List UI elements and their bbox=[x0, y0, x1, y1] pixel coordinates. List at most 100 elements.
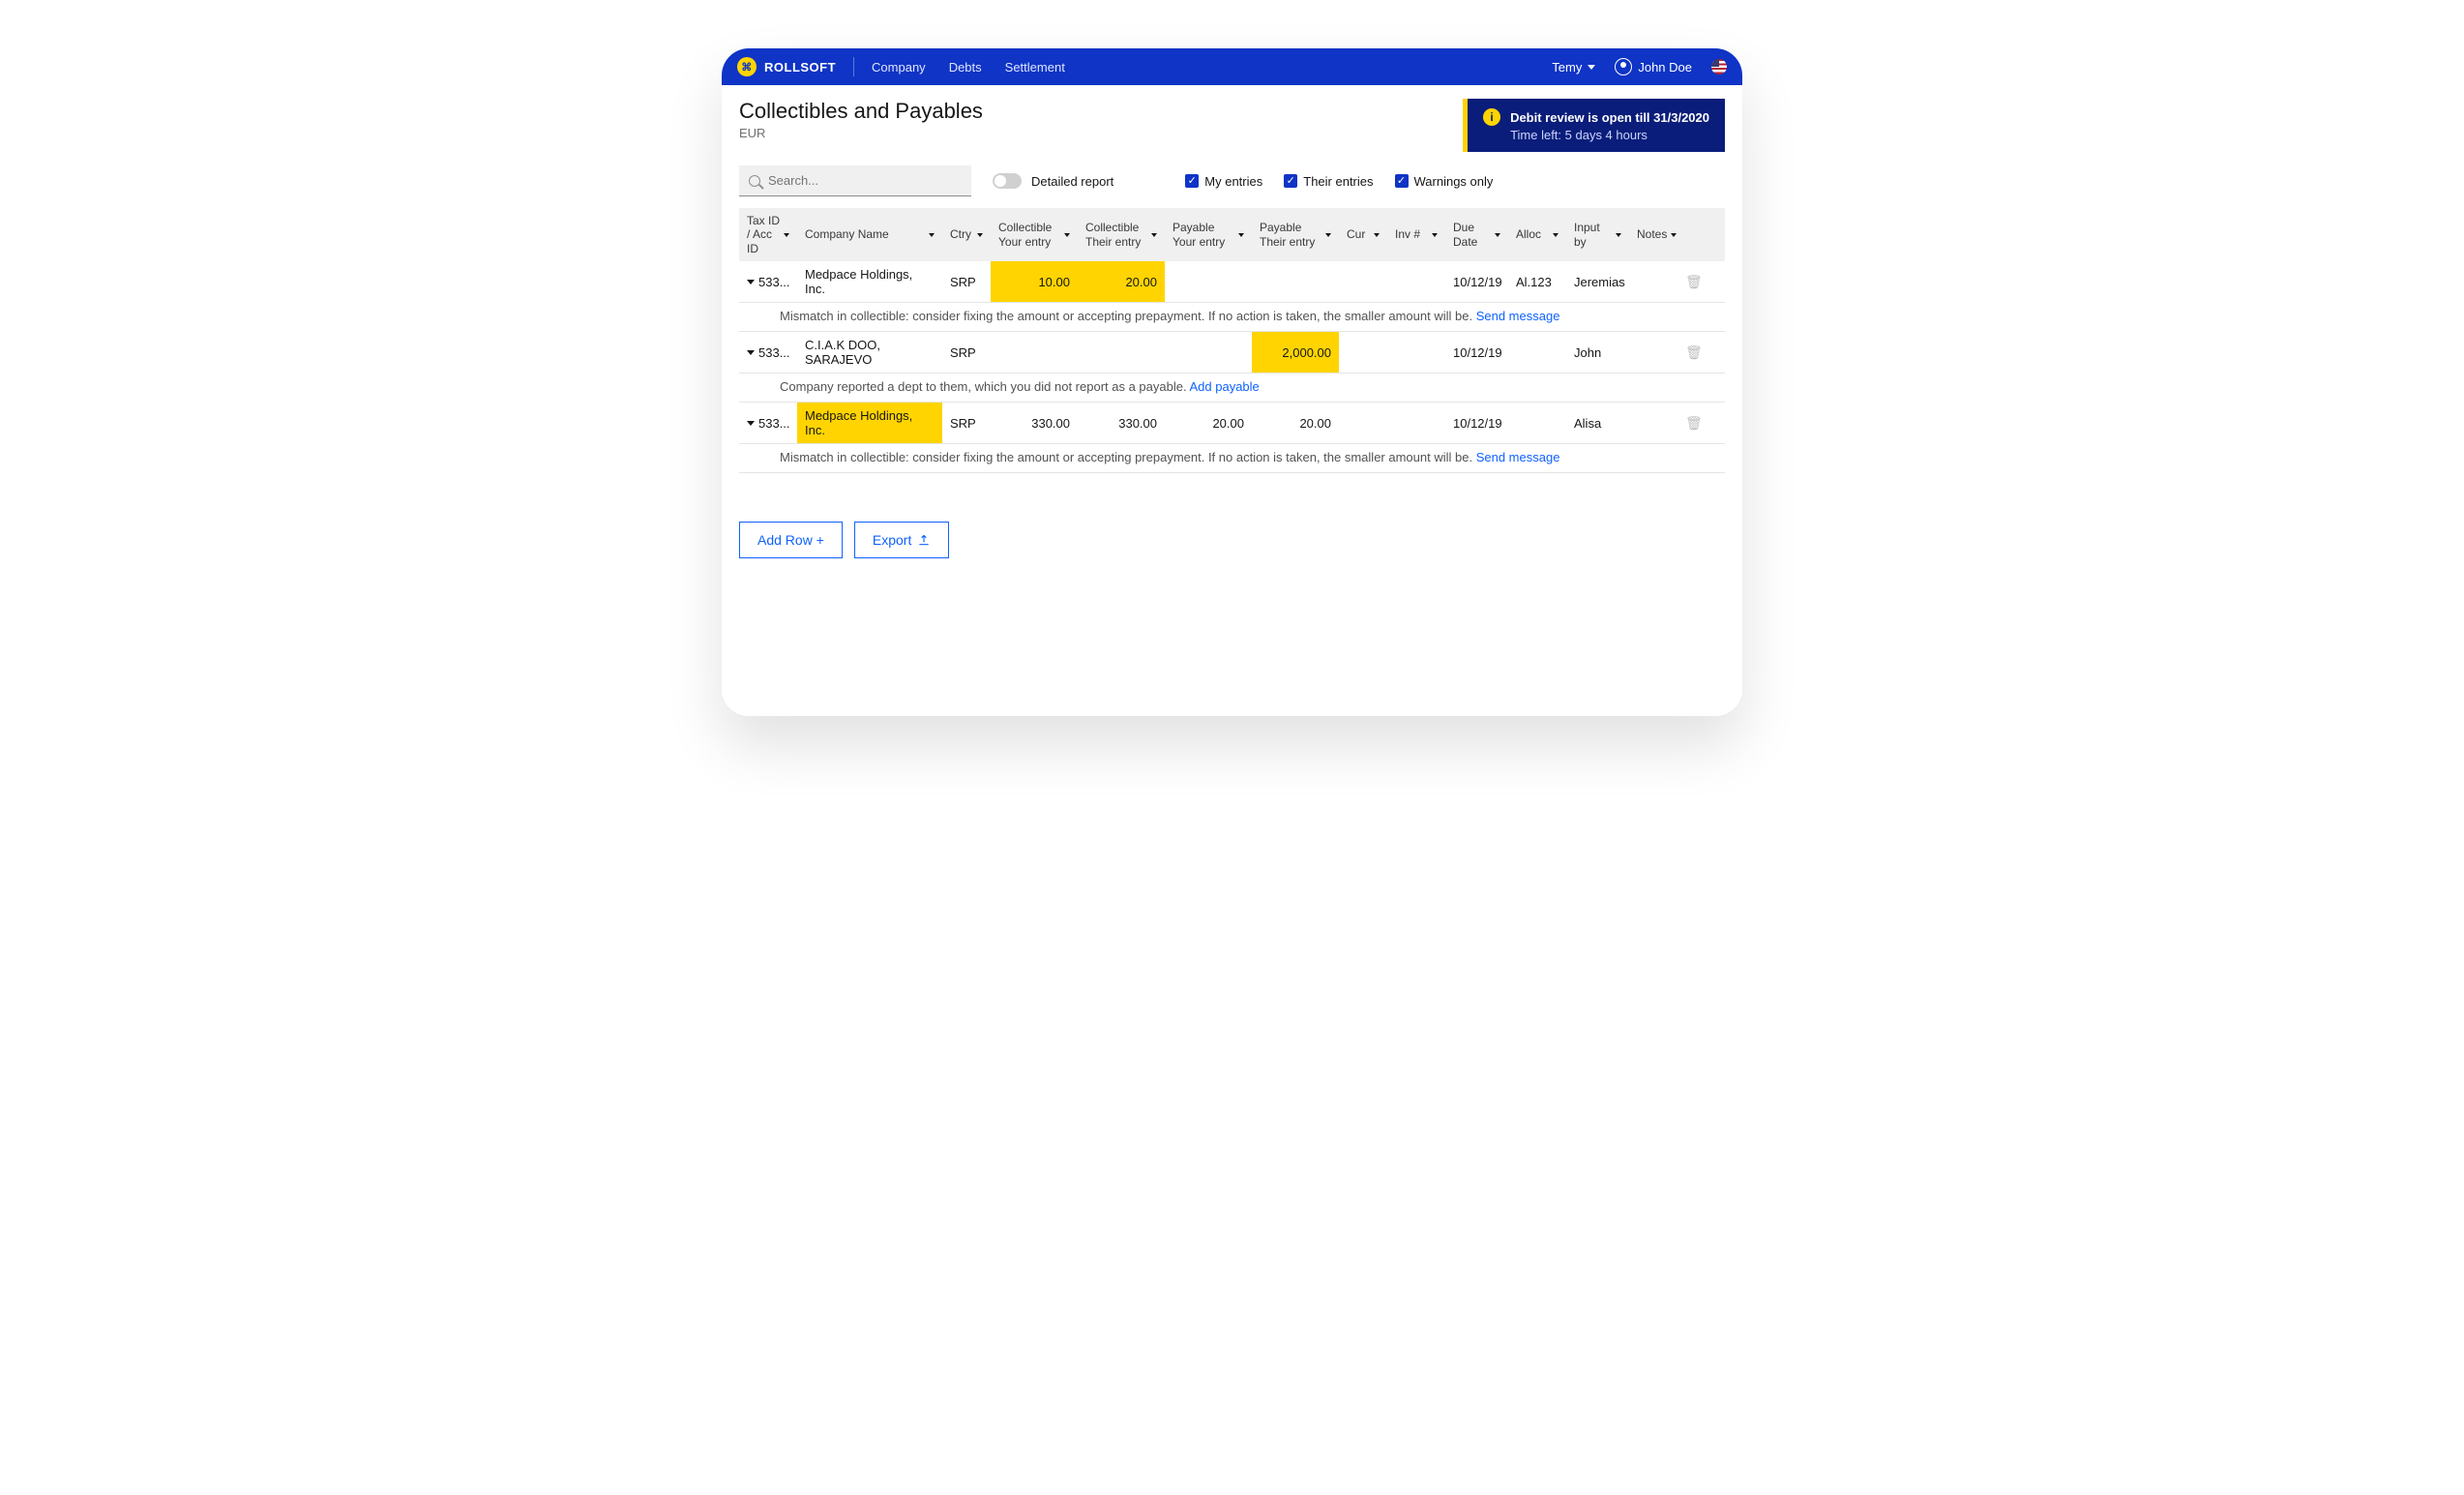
checkbox-icon bbox=[1284, 174, 1297, 188]
cell-cur bbox=[1339, 261, 1387, 302]
org-switcher[interactable]: Temy bbox=[1552, 60, 1595, 75]
col-actions bbox=[1677, 208, 1701, 261]
col-coll-your[interactable]: Collectible Your entry bbox=[991, 208, 1078, 261]
search-icon bbox=[749, 175, 760, 187]
cell-inv bbox=[1387, 261, 1445, 302]
my-entries-checkbox[interactable]: My entries bbox=[1185, 174, 1262, 189]
top-nav: ⌘ ROLLSOFT Company Debts Settlement Temy… bbox=[722, 48, 1742, 85]
cell-alloc: Al.123 bbox=[1508, 261, 1566, 302]
cell-cur bbox=[1339, 403, 1387, 443]
checkbox-icon bbox=[1185, 174, 1199, 188]
chevron-down-icon bbox=[747, 280, 755, 284]
checkbox-icon bbox=[1395, 174, 1409, 188]
account-area: Temy John Doe bbox=[1552, 58, 1727, 75]
col-notes[interactable]: Notes bbox=[1629, 208, 1677, 261]
warnings-only-checkbox[interactable]: Warnings only bbox=[1395, 174, 1494, 189]
cell-ctry: SRP bbox=[942, 403, 991, 443]
cell-taxid: 533... bbox=[758, 275, 790, 289]
delete-row-button[interactable]: 🗑 bbox=[1677, 403, 1701, 443]
add-row-button[interactable]: Add Row + bbox=[739, 522, 843, 558]
cell-pay-your[interactable]: 20.00 bbox=[1165, 403, 1252, 443]
cell-coll-your[interactable] bbox=[991, 332, 1078, 373]
search-field[interactable] bbox=[768, 173, 962, 188]
col-inv[interactable]: Inv # bbox=[1387, 208, 1445, 261]
info-icon: i bbox=[1483, 108, 1500, 126]
col-alloc[interactable]: Alloc bbox=[1508, 208, 1566, 261]
cell-notes bbox=[1629, 261, 1677, 302]
chevron-down-icon bbox=[1553, 233, 1559, 237]
warning-action-link[interactable]: Add payable bbox=[1190, 379, 1260, 394]
warning-row: Mismatch in collectible: consider fixing… bbox=[739, 303, 1725, 332]
chevron-down-icon bbox=[1151, 233, 1157, 237]
warning-text: Mismatch in collectible: consider fixing… bbox=[780, 309, 1472, 323]
cell-coll-your[interactable]: 330.00 bbox=[991, 403, 1078, 443]
nav-company[interactable]: Company bbox=[872, 60, 926, 75]
their-entries-checkbox[interactable]: Their entries bbox=[1284, 174, 1373, 189]
cell-coll-their[interactable] bbox=[1078, 332, 1165, 373]
entries-table: Tax ID / Acc ID Company Name Ctry Collec… bbox=[739, 208, 1725, 473]
chevron-down-icon bbox=[929, 233, 935, 237]
divider bbox=[853, 57, 854, 76]
button-label: Export bbox=[873, 532, 911, 548]
col-inputby[interactable]: Input by bbox=[1566, 208, 1629, 261]
nav-debts[interactable]: Debts bbox=[949, 60, 982, 75]
export-button[interactable]: Export bbox=[854, 522, 949, 558]
chevron-down-icon bbox=[784, 233, 789, 237]
col-company[interactable]: Company Name bbox=[797, 208, 942, 261]
expand-cell[interactable]: 533... bbox=[739, 332, 797, 373]
cell-pay-their[interactable]: 2,000.00 bbox=[1252, 332, 1339, 373]
cell-coll-their[interactable]: 20.00 bbox=[1078, 261, 1165, 302]
col-coll-their[interactable]: Collectible Their entry bbox=[1078, 208, 1165, 261]
cell-inputby: Jeremias bbox=[1566, 261, 1629, 302]
user-menu[interactable]: John Doe bbox=[1615, 58, 1692, 75]
expand-cell[interactable]: 533... bbox=[739, 261, 797, 302]
col-due[interactable]: Due Date bbox=[1445, 208, 1508, 261]
cell-due: 10/12/19 bbox=[1445, 403, 1508, 443]
col-cur[interactable]: Cur bbox=[1339, 208, 1387, 261]
cell-ctry: SRP bbox=[942, 332, 991, 373]
checkbox-label: Warnings only bbox=[1414, 174, 1494, 189]
delete-row-button[interactable]: 🗑 bbox=[1677, 332, 1701, 373]
brand-logo[interactable]: ⌘ ROLLSOFT bbox=[737, 57, 836, 76]
col-pay-your[interactable]: Payable Your entry bbox=[1165, 208, 1252, 261]
cell-pay-your[interactable] bbox=[1165, 261, 1252, 302]
search-input[interactable] bbox=[739, 165, 971, 196]
upload-icon bbox=[917, 533, 931, 547]
cell-inv bbox=[1387, 403, 1445, 443]
cell-pay-their[interactable] bbox=[1252, 261, 1339, 302]
chevron-down-icon bbox=[977, 233, 983, 237]
expand-cell[interactable]: 533... bbox=[739, 403, 797, 443]
warning-action-link[interactable]: Send message bbox=[1476, 450, 1560, 464]
cell-company: C.I.A.K DOO, SARAJEVO bbox=[797, 332, 942, 373]
chevron-down-icon bbox=[1588, 65, 1595, 70]
cell-notes bbox=[1629, 403, 1677, 443]
toggle-icon bbox=[993, 173, 1022, 189]
table-actions: Add Row + Export bbox=[739, 522, 1725, 558]
nav-settlement[interactable]: Settlement bbox=[1005, 60, 1065, 75]
cell-ctry: SRP bbox=[942, 261, 991, 302]
detailed-report-toggle[interactable]: Detailed report bbox=[993, 173, 1113, 189]
table-row: 533...Medpace Holdings, Inc.SRP10.0020.0… bbox=[739, 261, 1725, 303]
cell-coll-your[interactable]: 10.00 bbox=[991, 261, 1078, 302]
main-nav: Company Debts Settlement bbox=[872, 60, 1065, 75]
cell-pay-your[interactable] bbox=[1165, 332, 1252, 373]
brand-name: ROLLSOFT bbox=[764, 60, 836, 75]
org-name: Temy bbox=[1552, 60, 1582, 75]
col-ctry[interactable]: Ctry bbox=[942, 208, 991, 261]
cell-taxid: 533... bbox=[758, 416, 790, 431]
cell-cur bbox=[1339, 332, 1387, 373]
alert-subtitle: Time left: 5 days 4 hours bbox=[1510, 128, 1709, 142]
delete-row-button[interactable]: 🗑 bbox=[1677, 261, 1701, 302]
cell-coll-their[interactable]: 330.00 bbox=[1078, 403, 1165, 443]
chevron-down-icon bbox=[1374, 233, 1380, 237]
warning-text: Mismatch in collectible: consider fixing… bbox=[780, 450, 1472, 464]
warning-row: Company reported a dept to them, which y… bbox=[739, 374, 1725, 403]
locale-flag-icon[interactable] bbox=[1711, 59, 1727, 75]
col-taxid[interactable]: Tax ID / Acc ID bbox=[739, 208, 797, 261]
cell-inv bbox=[1387, 332, 1445, 373]
chevron-down-icon bbox=[1325, 233, 1331, 237]
warning-action-link[interactable]: Send message bbox=[1476, 309, 1560, 323]
cell-alloc bbox=[1508, 332, 1566, 373]
col-pay-their[interactable]: Payable Their entry bbox=[1252, 208, 1339, 261]
cell-pay-their[interactable]: 20.00 bbox=[1252, 403, 1339, 443]
